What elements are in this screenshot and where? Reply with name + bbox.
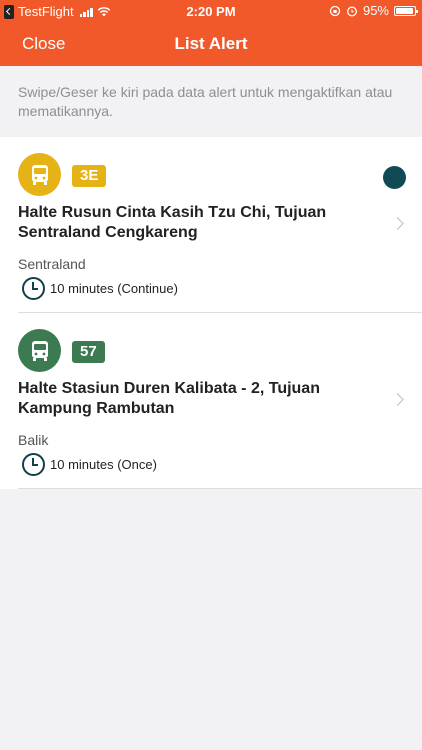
direction-label: Sentraland	[18, 256, 86, 272]
alert-status-indicator	[383, 166, 406, 189]
route-badge: 57	[72, 341, 105, 363]
battery-percent: 95%	[362, 3, 389, 18]
alert-item[interactable]: 3E Halte Rusun Cinta Kasih Tzu Chi, Tuju…	[18, 137, 422, 313]
alert-item[interactable]: 57 Halte Stasiun Duren Kalibata - 2, Tuj…	[18, 313, 422, 489]
schedule-label: 10 minutes (Continue)	[50, 281, 178, 296]
clock-icon	[22, 453, 45, 476]
page-title: List Alert	[174, 34, 248, 53]
alert-schedule: 10 minutes (Once)	[22, 453, 157, 476]
alert-schedule: 10 minutes (Continue)	[22, 277, 178, 300]
stop-name: Halte Rusun Cinta Kasih Tzu Chi, Tujuan …	[18, 204, 327, 241]
clock-icon	[22, 277, 45, 300]
stop-name: Halte Stasiun Duren Kalibata - 2, Tujuan…	[18, 380, 320, 417]
rotation-lock-icon	[329, 5, 341, 16]
chevron-right-icon	[391, 393, 404, 406]
navigation-bar: Close List Alert	[0, 22, 422, 66]
alarm-icon	[347, 6, 357, 16]
chevron-right-icon	[391, 217, 404, 230]
bus-icon	[18, 329, 61, 372]
swipe-hint: Swipe/Geser ke kiri pada data alert untu…	[18, 84, 393, 119]
battery-icon	[394, 5, 418, 16]
route-badge: 3E	[72, 165, 107, 187]
bus-icon	[18, 153, 61, 196]
status-bar: TestFlight 2:20 PM 95%	[0, 0, 422, 22]
alert-list: 3E Halte Rusun Cinta Kasih Tzu Chi, Tuju…	[0, 137, 422, 489]
direction-label: Balik	[18, 432, 49, 448]
schedule-label: 10 minutes (Once)	[50, 457, 157, 472]
